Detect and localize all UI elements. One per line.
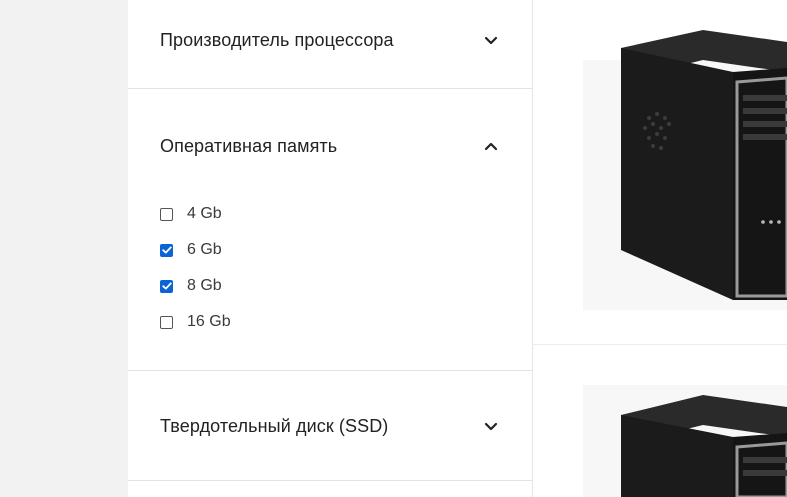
- filter-section-cpu-maker: Производитель процессора: [128, 0, 532, 89]
- checkbox-6gb[interactable]: [160, 243, 173, 257]
- checkbox-4gb[interactable]: [160, 207, 173, 221]
- chevron-up-icon[interactable]: [482, 137, 500, 155]
- filter-section-ssd: Твердотельный диск (SSD): [128, 370, 532, 481]
- product-grid: [533, 0, 787, 497]
- ram-option-label: 6 Gb: [187, 241, 222, 258]
- product-card[interactable]: [533, 345, 787, 497]
- ram-options-list: 4 Gb 6 Gb 8 Gb 16 Gb: [160, 196, 460, 340]
- ram-option-4gb[interactable]: 4 Gb: [160, 196, 460, 232]
- filter-panel: Производитель процессора Оперативная пам…: [128, 0, 533, 497]
- chevron-down-icon[interactable]: [482, 417, 500, 435]
- filter-title-ssd: Твердотельный диск (SSD): [160, 415, 389, 436]
- checkbox-16gb[interactable]: [160, 315, 173, 329]
- checkmark-icon: [161, 282, 172, 290]
- catalog-page: Производитель процессора Оперативная пам…: [0, 0, 787, 497]
- ram-option-6gb[interactable]: 6 Gb: [160, 232, 460, 268]
- ram-option-16gb[interactable]: 16 Gb: [160, 304, 460, 340]
- ram-option-label: 16 Gb: [187, 313, 231, 330]
- left-gutter: [0, 0, 128, 497]
- product-card[interactable]: [533, 0, 787, 344]
- filter-header-ssd[interactable]: Твердотельный диск (SSD): [160, 414, 500, 438]
- ram-option-label: 4 Gb: [187, 205, 222, 222]
- filter-title-ram: Оперативная память: [160, 135, 338, 156]
- filter-title-cpu-maker: Производитель процессора: [160, 29, 394, 50]
- checkmark-icon: [161, 246, 172, 254]
- pc-tower-image[interactable]: [533, 0, 787, 344]
- ram-option-8gb[interactable]: 8 Gb: [160, 268, 460, 304]
- ram-option-label: 8 Gb: [187, 277, 222, 294]
- filter-header-ram[interactable]: Оперативная память: [160, 134, 500, 158]
- filter-header-cpu-maker[interactable]: Производитель процессора: [160, 28, 500, 52]
- chevron-down-icon[interactable]: [482, 31, 500, 49]
- pc-tower-image[interactable]: [533, 345, 787, 497]
- checkbox-8gb[interactable]: [160, 279, 173, 293]
